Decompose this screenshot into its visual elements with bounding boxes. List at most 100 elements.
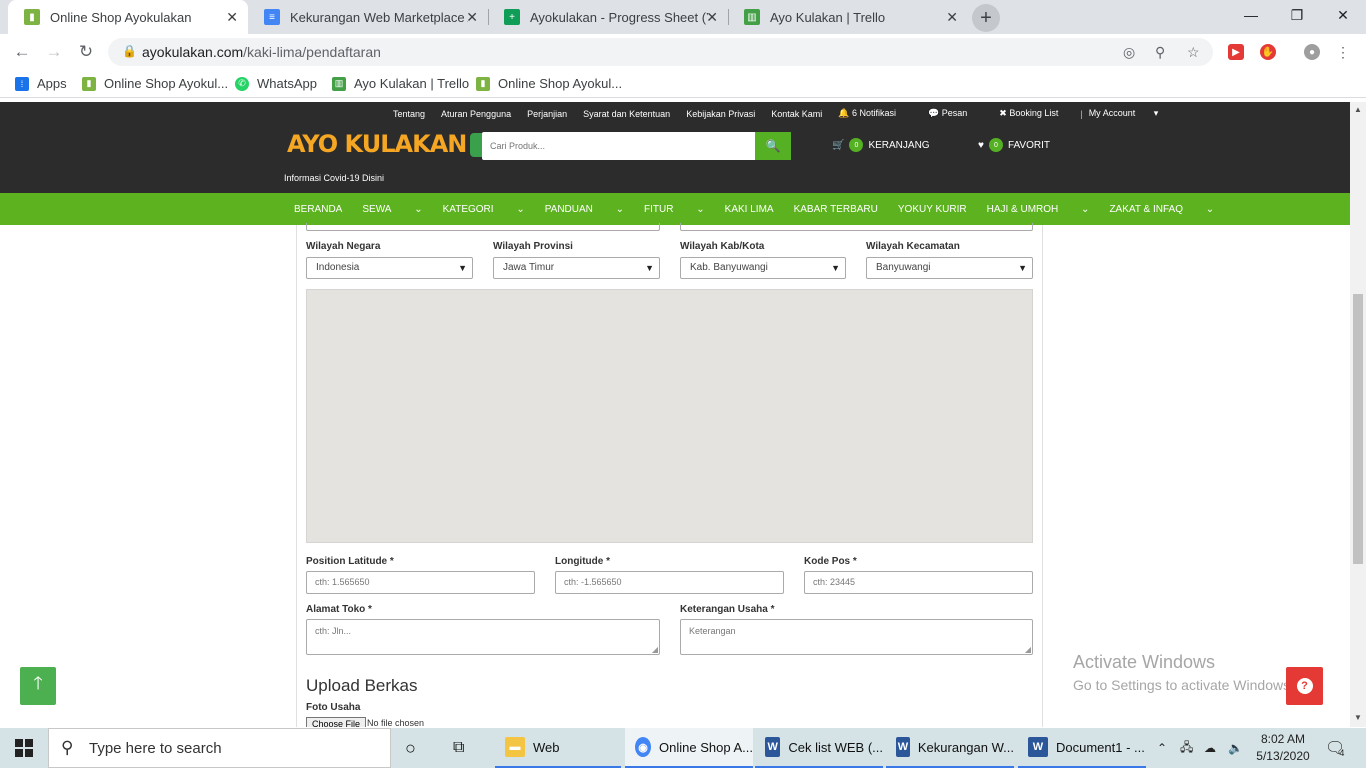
favorite-link[interactable]: ♥ 0 FAVORIT (978, 138, 1050, 152)
forward-arrow-icon[interactable]: → (43, 41, 65, 63)
message-link[interactable]: 💬 Pesan (928, 108, 983, 119)
help-button[interactable]: ? (1286, 667, 1323, 705)
volume-icon[interactable]: 🔈 (1228, 728, 1243, 768)
bookmark-apps[interactable]: ⁞ Apps (15, 76, 67, 91)
address-bar[interactable]: 🔒 ayokulakan.com/kaki-lima/pendaftaran ◎… (108, 38, 1213, 66)
site-logo[interactable]: AYO KULAKAN (287, 130, 511, 158)
taskbar-app-word-ceklist[interactable]: W Cek list WEB (... (755, 728, 883, 768)
scrollbar-thumb[interactable] (1353, 294, 1363, 564)
zoom-icon[interactable]: ⚲ (1155, 44, 1165, 61)
scroll-to-top-button[interactable]: 🡑 (20, 667, 56, 705)
close-tab-icon[interactable]: ✕ (466, 9, 478, 26)
covid-info-link[interactable]: Informasi Covid-19 Disini (284, 173, 384, 183)
kota-select[interactable]: Kab. Banyuwangi ▼ (680, 257, 846, 279)
ayokulakan-favicon-icon: ▮ (476, 76, 490, 91)
search-button[interactable]: 🔍 (755, 132, 791, 160)
reload-icon[interactable]: ↻ (75, 41, 97, 63)
location-icon[interactable]: ◎ (1123, 44, 1135, 61)
onedrive-cloud-icon[interactable]: ☁ (1204, 728, 1216, 768)
windows-start-button[interactable] (0, 728, 48, 768)
adblock-icon[interactable]: ✋ (1260, 44, 1276, 60)
tray-chevron-icon[interactable]: ⌃ (1157, 728, 1167, 768)
link-kontak[interactable]: Kontak Kami (771, 109, 822, 119)
alamat-textarea[interactable]: cth: Jln... ◢ (306, 619, 660, 655)
link-aturan-pengguna[interactable]: Aturan Pengguna (441, 109, 511, 119)
taskbar-clock[interactable]: 8:02 AM 5/13/2020 (1250, 731, 1316, 765)
extension-icon[interactable]: ▶ (1228, 44, 1244, 60)
taskbar-app-web[interactable]: ▬ Web (495, 728, 621, 768)
close-tab-icon[interactable]: ✕ (706, 9, 718, 26)
booking-link[interactable]: ✖ Booking List (999, 108, 1074, 119)
resize-grip-icon[interactable]: ◢ (652, 645, 658, 654)
taskbar-app-word-kekurangan[interactable]: W Kekurangan W... (886, 728, 1014, 768)
taskbar-app-chrome[interactable]: ◉ Online Shop A... (625, 728, 753, 768)
nav-kaki-lima[interactable]: KAKI LIMA (725, 204, 774, 215)
bookmark-online-shop-1[interactable]: ▮ Online Shop Ayokul... (82, 76, 228, 91)
tab-online-shop[interactable]: ▮ Online Shop Ayokulakan ✕ (8, 0, 248, 34)
menu-kebab-icon[interactable]: ⋮ (1332, 41, 1354, 63)
negara-label: Wilayah Negara (306, 241, 381, 252)
kecamatan-select[interactable]: Banyuwangi ▼ (866, 257, 1033, 279)
task-view-icon[interactable]: ⧉ (453, 728, 464, 768)
longitude-input[interactable]: cth: -1.565650 (555, 571, 784, 594)
keterangan-label: Keterangan Usaha * (680, 604, 775, 615)
choose-file-button[interactable]: Choose File (306, 717, 367, 727)
nav-panduan[interactable]: PANDUAN ⌄ (545, 204, 624, 215)
nav-kategori[interactable]: KATEGORI ⌄ (443, 204, 525, 215)
resize-grip-icon[interactable]: ◢ (1025, 645, 1031, 654)
browser-tab-strip: ▮ Online Shop Ayokulakan ✕ ≡ Kekurangan … (0, 0, 1366, 34)
site-header: Tentang Aturan Pengguna Perjanjian Syara… (0, 102, 1350, 193)
nav-fitur[interactable]: FITUR ⌄ (644, 204, 705, 215)
link-perjanjian[interactable]: Perjanjian (527, 109, 567, 119)
back-arrow-icon[interactable]: ← (11, 41, 33, 63)
nav-yokuy-kurir[interactable]: YOKUY KURIR (898, 204, 967, 215)
bookmark-whatsapp[interactable]: ✆ WhatsApp (235, 76, 317, 91)
bookmark-trello[interactable]: ▥ Ayo Kulakan | Trello (332, 76, 469, 91)
nav-zakat-infaq[interactable]: ZAKAT & INFAQ ⌄ (1109, 204, 1214, 215)
profile-avatar-icon[interactable]: ● (1304, 44, 1320, 60)
page-scrollbar[interactable]: ▲ ▼ (1350, 102, 1366, 727)
nav-label: KATEGORI (442, 203, 494, 215)
link-kebijakan[interactable]: Kebijakan Privasi (686, 109, 755, 119)
google-sheets-icon: + (504, 9, 520, 25)
provinsi-select[interactable]: Jawa Timur ▼ (493, 257, 660, 279)
notification-link[interactable]: 🔔 6 Notifikasi (838, 108, 912, 119)
cart-link[interactable]: 🛒 0 KERANJANG (832, 138, 930, 152)
close-tab-icon[interactable]: ✕ (946, 9, 958, 26)
close-window-icon[interactable]: ✕ (1320, 0, 1366, 30)
tab-trello[interactable]: ▥ Ayo Kulakan | Trello ✕ (728, 0, 968, 34)
bookmark-star-icon[interactable]: ☆ (1187, 44, 1200, 61)
restore-icon[interactable]: ❐ (1274, 0, 1320, 30)
latitude-input[interactable]: cth: 1.565650 (306, 571, 535, 594)
negara-select[interactable]: Indonesia ▼ (306, 257, 473, 279)
link-syarat[interactable]: Syarat dan Ketentuan (583, 109, 670, 119)
nav-label: ZAKAT & INFAQ (1109, 203, 1183, 215)
taskbar-app-word-document1[interactable]: W Document1 - ... (1018, 728, 1146, 768)
kodepos-input[interactable]: cth: 23445 (804, 571, 1033, 594)
scroll-down-icon[interactable]: ▼ (1354, 713, 1362, 722)
folder-icon: ▬ (505, 737, 525, 757)
tab-kekurangan[interactable]: ≡ Kekurangan Web Marketplace Ay ✕ (248, 0, 488, 34)
notification-center-icon[interactable]: 🗨 4 (1325, 728, 1345, 768)
cortana-icon[interactable]: ○ (405, 728, 416, 768)
close-tab-icon[interactable]: ✕ (226, 9, 238, 26)
link-tentang[interactable]: Tentang (393, 109, 425, 119)
product-search-input[interactable] (482, 132, 755, 160)
taskbar-search-box[interactable]: ⚲ Type here to search (48, 728, 391, 768)
nav-beranda[interactable]: BERANDA (294, 204, 342, 215)
notification-label: 6 Notifikasi (852, 108, 897, 118)
taskbar-app-label: Document1 - ... (1056, 739, 1145, 755)
bookmark-label: Ayo Kulakan | Trello (354, 76, 470, 91)
new-tab-button[interactable]: + (972, 4, 1000, 32)
tab-progress-sheet[interactable]: + Ayokulakan - Progress Sheet (Yu ✕ (488, 0, 728, 34)
location-map[interactable] (306, 289, 1033, 543)
my-account-dropdown[interactable]: My Account ▾ (1089, 108, 1159, 119)
bookmark-online-shop-2[interactable]: ▮ Online Shop Ayokul... (476, 76, 622, 91)
nav-sewa[interactable]: SEWA ⌄ (362, 204, 422, 215)
scroll-up-icon[interactable]: ▲ (1354, 105, 1362, 114)
nav-kabar-terbaru[interactable]: KABAR TERBARU (794, 204, 878, 215)
minimize-icon[interactable]: — (1228, 0, 1274, 30)
nav-haji-umroh[interactable]: HAJI & UMROH ⌄ (987, 204, 1090, 215)
keterangan-textarea[interactable]: Keterangan ◢ (680, 619, 1033, 655)
network-icon[interactable]: 🖧 (1180, 728, 1193, 768)
